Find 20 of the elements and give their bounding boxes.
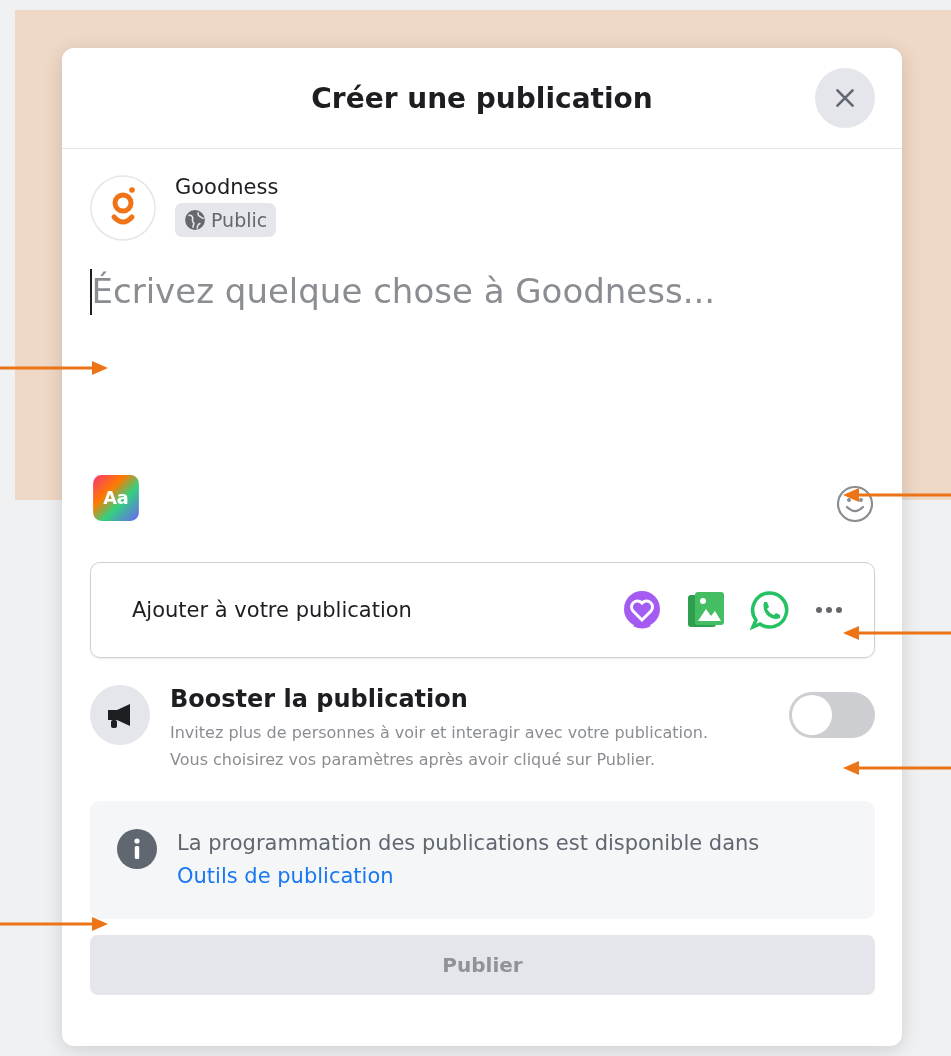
globe-icon	[184, 209, 206, 231]
more-icon[interactable]	[814, 605, 844, 615]
megaphone-icon	[90, 685, 150, 745]
publishing-tools-link[interactable]: Outils de publication	[177, 860, 760, 893]
logo-avatar	[90, 175, 156, 241]
boost-description: Invitez plus de personnes à voir et interagir avec votre publication. Vous choisirez vos paramètres après avoir cliqué sur Publier.	[170, 722, 710, 771]
info-icon	[117, 829, 157, 869]
boost-toggle[interactable]	[789, 692, 875, 738]
close-button[interactable]	[815, 68, 875, 128]
photo-icon[interactable]	[686, 590, 726, 630]
audience-button[interactable]: Public	[175, 203, 277, 237]
post-text-field[interactable]: Écrivez quelque chose à Goodness...	[90, 241, 875, 472]
author-name: Goodness	[175, 175, 279, 199]
emoji-icon[interactable]	[835, 484, 875, 524]
chat-phone-icon[interactable]	[750, 590, 790, 630]
text-background-icon[interactable]: Aa	[90, 472, 142, 524]
info-text: La programmation des publications est disponible dans	[177, 830, 760, 857]
dialog-title: Créer une publication	[311, 81, 653, 115]
add-to-post-label: Ajouter à votre publication	[132, 598, 412, 622]
boost-title: Booster la publication	[170, 685, 469, 713]
